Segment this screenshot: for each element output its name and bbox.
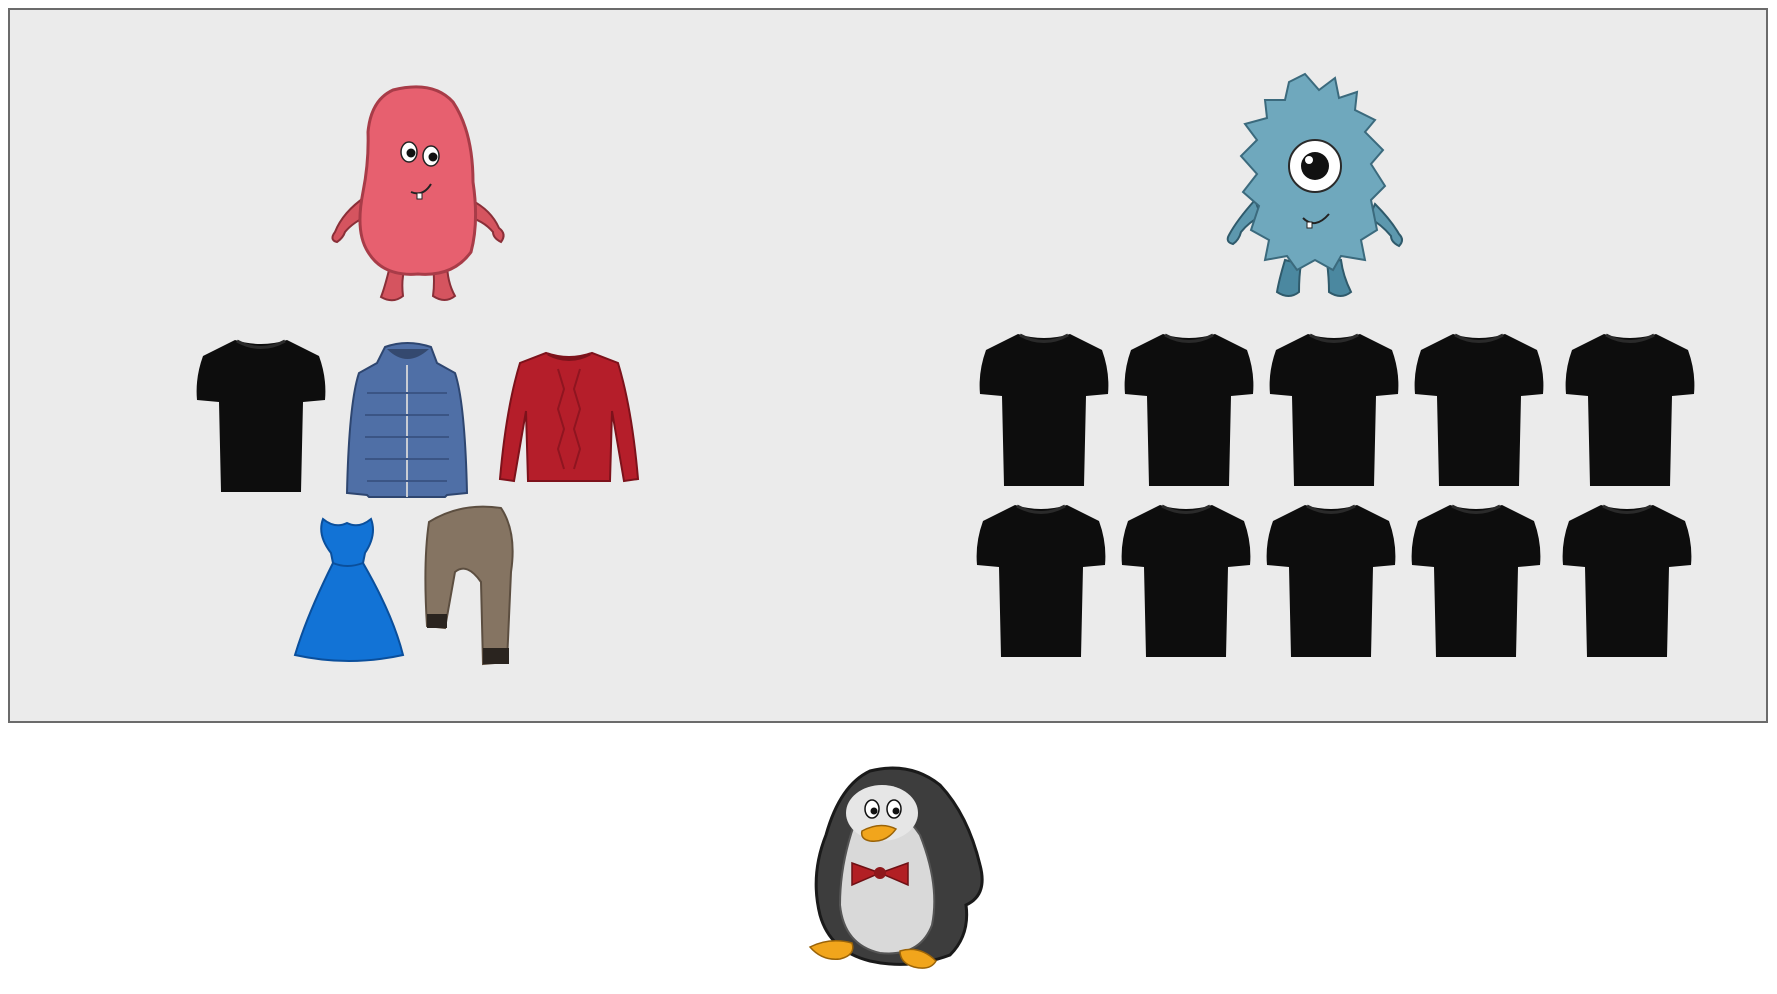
black-tshirt-icon — [1564, 332, 1696, 487]
penguin-icon — [800, 765, 990, 980]
blue-puffer-jacket-icon — [345, 342, 470, 500]
black-tshirt-icon — [1561, 503, 1693, 658]
black-tshirt-icon — [1413, 332, 1545, 487]
black-tshirt-icon — [1120, 503, 1252, 658]
blue-dress-icon — [293, 515, 405, 663]
red-sweater-icon — [498, 349, 640, 486]
black-tshirt-icon — [1265, 503, 1397, 658]
black-tshirt-icon — [1268, 332, 1400, 487]
black-tshirt-icon — [195, 338, 327, 493]
black-tshirt-icon — [1123, 332, 1255, 487]
pink-monster-icon — [323, 82, 513, 307]
brown-scarf-icon — [421, 502, 521, 670]
blue-cyclops-monster-icon — [1215, 70, 1415, 302]
black-tshirt-icon — [978, 332, 1110, 487]
black-tshirt-icon — [975, 503, 1107, 658]
black-tshirt-icon — [1410, 503, 1542, 658]
